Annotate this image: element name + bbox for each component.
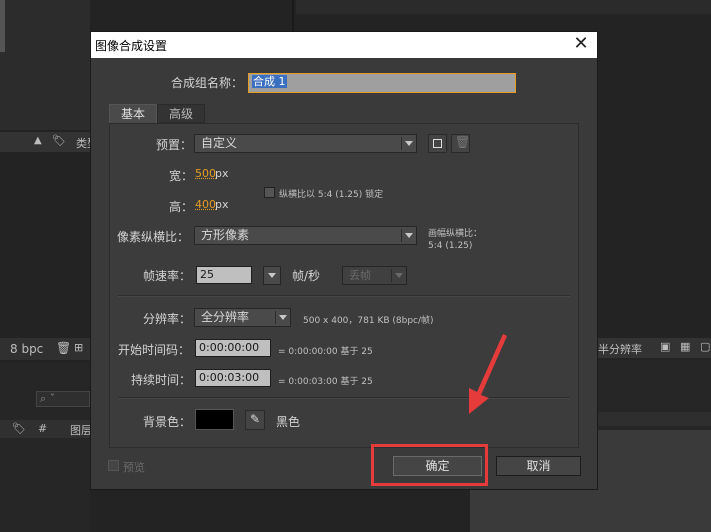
start-timecode-input[interactable]: 0:00:00:00 <box>195 339 271 357</box>
resolution-dropdown[interactable]: 全分辨率 <box>194 308 291 327</box>
start-timecode-value: 0:00:00:00 <box>199 341 260 354</box>
resolution-label: 分辨率： <box>143 312 192 326</box>
resolution-info: 500 x 400，781 KB (8bpc/帧) <box>303 316 434 326</box>
height-label: 高： <box>169 200 194 214</box>
timeline-search-icon: ⌕ ˇ <box>40 392 56 405</box>
eyedropper-icon: ✎ <box>250 412 261 426</box>
layer-number-header: # <box>38 422 48 435</box>
transparency-grid-icon[interactable]: ▦ <box>680 340 690 353</box>
duration-label: 持续时间： <box>131 373 192 387</box>
tab-basic[interactable]: 基本 <box>109 104 157 123</box>
preset-label: 预置： <box>156 138 193 152</box>
frame-rate-value: 25 <box>200 268 214 281</box>
guides-icon[interactable]: ▢ <box>700 340 710 353</box>
chevron-down-icon <box>268 273 276 278</box>
preview-label: 预览 <box>123 461 145 474</box>
save-preset-button[interactable] <box>428 134 447 153</box>
pixel-aspect-value: 方形像素 <box>201 228 250 242</box>
chevron-down-icon <box>279 315 287 320</box>
frame-rate-unit: 帧/秒 <box>292 269 321 283</box>
top-right-panel <box>296 0 711 14</box>
timeline-panel <box>0 362 90 532</box>
frame-aspect-label: 画幅纵横比： <box>428 229 483 239</box>
project-thumbnail <box>0 0 5 52</box>
comp-name-input[interactable]: 合成 1 <box>248 73 516 93</box>
dialog-titlebar[interactable]: 图像合成设置 ✕ <box>91 32 597 58</box>
start-timecode-label: 开始时间码： <box>118 343 191 357</box>
left-top-panel <box>0 0 90 130</box>
trash-icon[interactable]: 🗑 <box>56 341 71 355</box>
width-label: 宽： <box>169 169 194 183</box>
bg-color-label: 背景色： <box>143 415 192 429</box>
height-unit: px <box>215 198 229 211</box>
flowchart-icon[interactable]: ⊞ <box>74 341 83 354</box>
bg-color-name: 黑色 <box>276 415 301 429</box>
width-value[interactable]: 500 <box>195 167 216 180</box>
pixel-aspect-label: 像素纵横比： <box>117 230 190 244</box>
chevron-down-icon <box>405 233 413 238</box>
start-timecode-info: = 0:00:00:00 基于 25 <box>278 347 373 357</box>
width-unit: px <box>215 167 229 180</box>
save-preset-icon <box>433 139 442 148</box>
comp-name-value: 合成 1 <box>252 75 287 88</box>
composition-settings-dialog: 图像合成设置 ✕ 合成组名称： 合成 1 基本 高级 预置： 自定义 🗑 宽： … <box>90 31 598 490</box>
resolution-value: 全分辨率 <box>201 310 250 324</box>
sort-up-icon[interactable]: ▲ <box>34 135 42 146</box>
duration-info: = 0:00:03:00 基于 25 <box>278 377 373 387</box>
comp-name-label: 合成组名称： <box>171 76 244 90</box>
layer-name-header: 图层 <box>70 424 92 437</box>
bpc-indicator[interactable]: 8 bpc <box>10 342 43 356</box>
trash-icon: 🗑 <box>455 135 471 149</box>
frame-aspect-value: 5:4 (1.25) <box>428 241 473 251</box>
label-tag-icon[interactable]: 🏷 <box>12 422 26 435</box>
frame-rate-dropdown[interactable] <box>263 266 281 285</box>
tab-advanced[interactable]: 高级 <box>157 104 205 123</box>
eyedropper-button[interactable]: ✎ <box>245 410 265 430</box>
section-divider <box>118 295 570 297</box>
preview-checkbox[interactable] <box>108 460 119 471</box>
panel-divider <box>292 0 294 31</box>
drop-frame-dropdown: 丢帧 <box>342 266 407 285</box>
annotation-highlight-box <box>371 444 488 486</box>
frame-rate-input[interactable]: 25 <box>196 266 252 284</box>
close-icon[interactable]: ✕ <box>571 34 591 54</box>
preset-value: 自定义 <box>201 136 238 150</box>
dialog-title: 图像合成设置 <box>95 39 168 53</box>
lock-aspect-checkbox[interactable] <box>264 187 275 198</box>
resolution-dropdown[interactable]: 半分辨率 <box>598 341 642 357</box>
drop-frame-value: 丢帧 <box>349 269 371 282</box>
bg-color-swatch[interactable] <box>195 409 234 430</box>
duration-value: 0:00:03:00 <box>199 371 260 384</box>
timeline-bottom-bar <box>470 488 711 532</box>
chevron-down-icon <box>405 141 413 146</box>
chevron-down-icon <box>395 273 403 278</box>
pixel-aspect-dropdown[interactable]: 方形像素 <box>194 226 417 245</box>
time-ruler <box>598 412 711 426</box>
frame-rate-label: 帧速率： <box>143 269 192 283</box>
preset-dropdown[interactable]: 自定义 <box>194 134 417 153</box>
composition-viewer-panel <box>598 14 711 336</box>
region-icon[interactable]: ▣ <box>660 340 670 353</box>
annotation-arrow <box>469 334 507 414</box>
cancel-button[interactable]: 取消 <box>496 456 581 476</box>
label-tag-icon[interactable]: 🏷 <box>52 134 66 147</box>
delete-preset-button[interactable]: 🗑 <box>451 134 470 153</box>
annotation-arrow-shape <box>469 334 507 414</box>
lock-aspect-label: 纵横比以 5:4 (1.25) 锁定 <box>279 190 384 200</box>
duration-input[interactable]: 0:00:03:00 <box>195 369 271 387</box>
height-value[interactable]: 400 <box>195 198 216 211</box>
